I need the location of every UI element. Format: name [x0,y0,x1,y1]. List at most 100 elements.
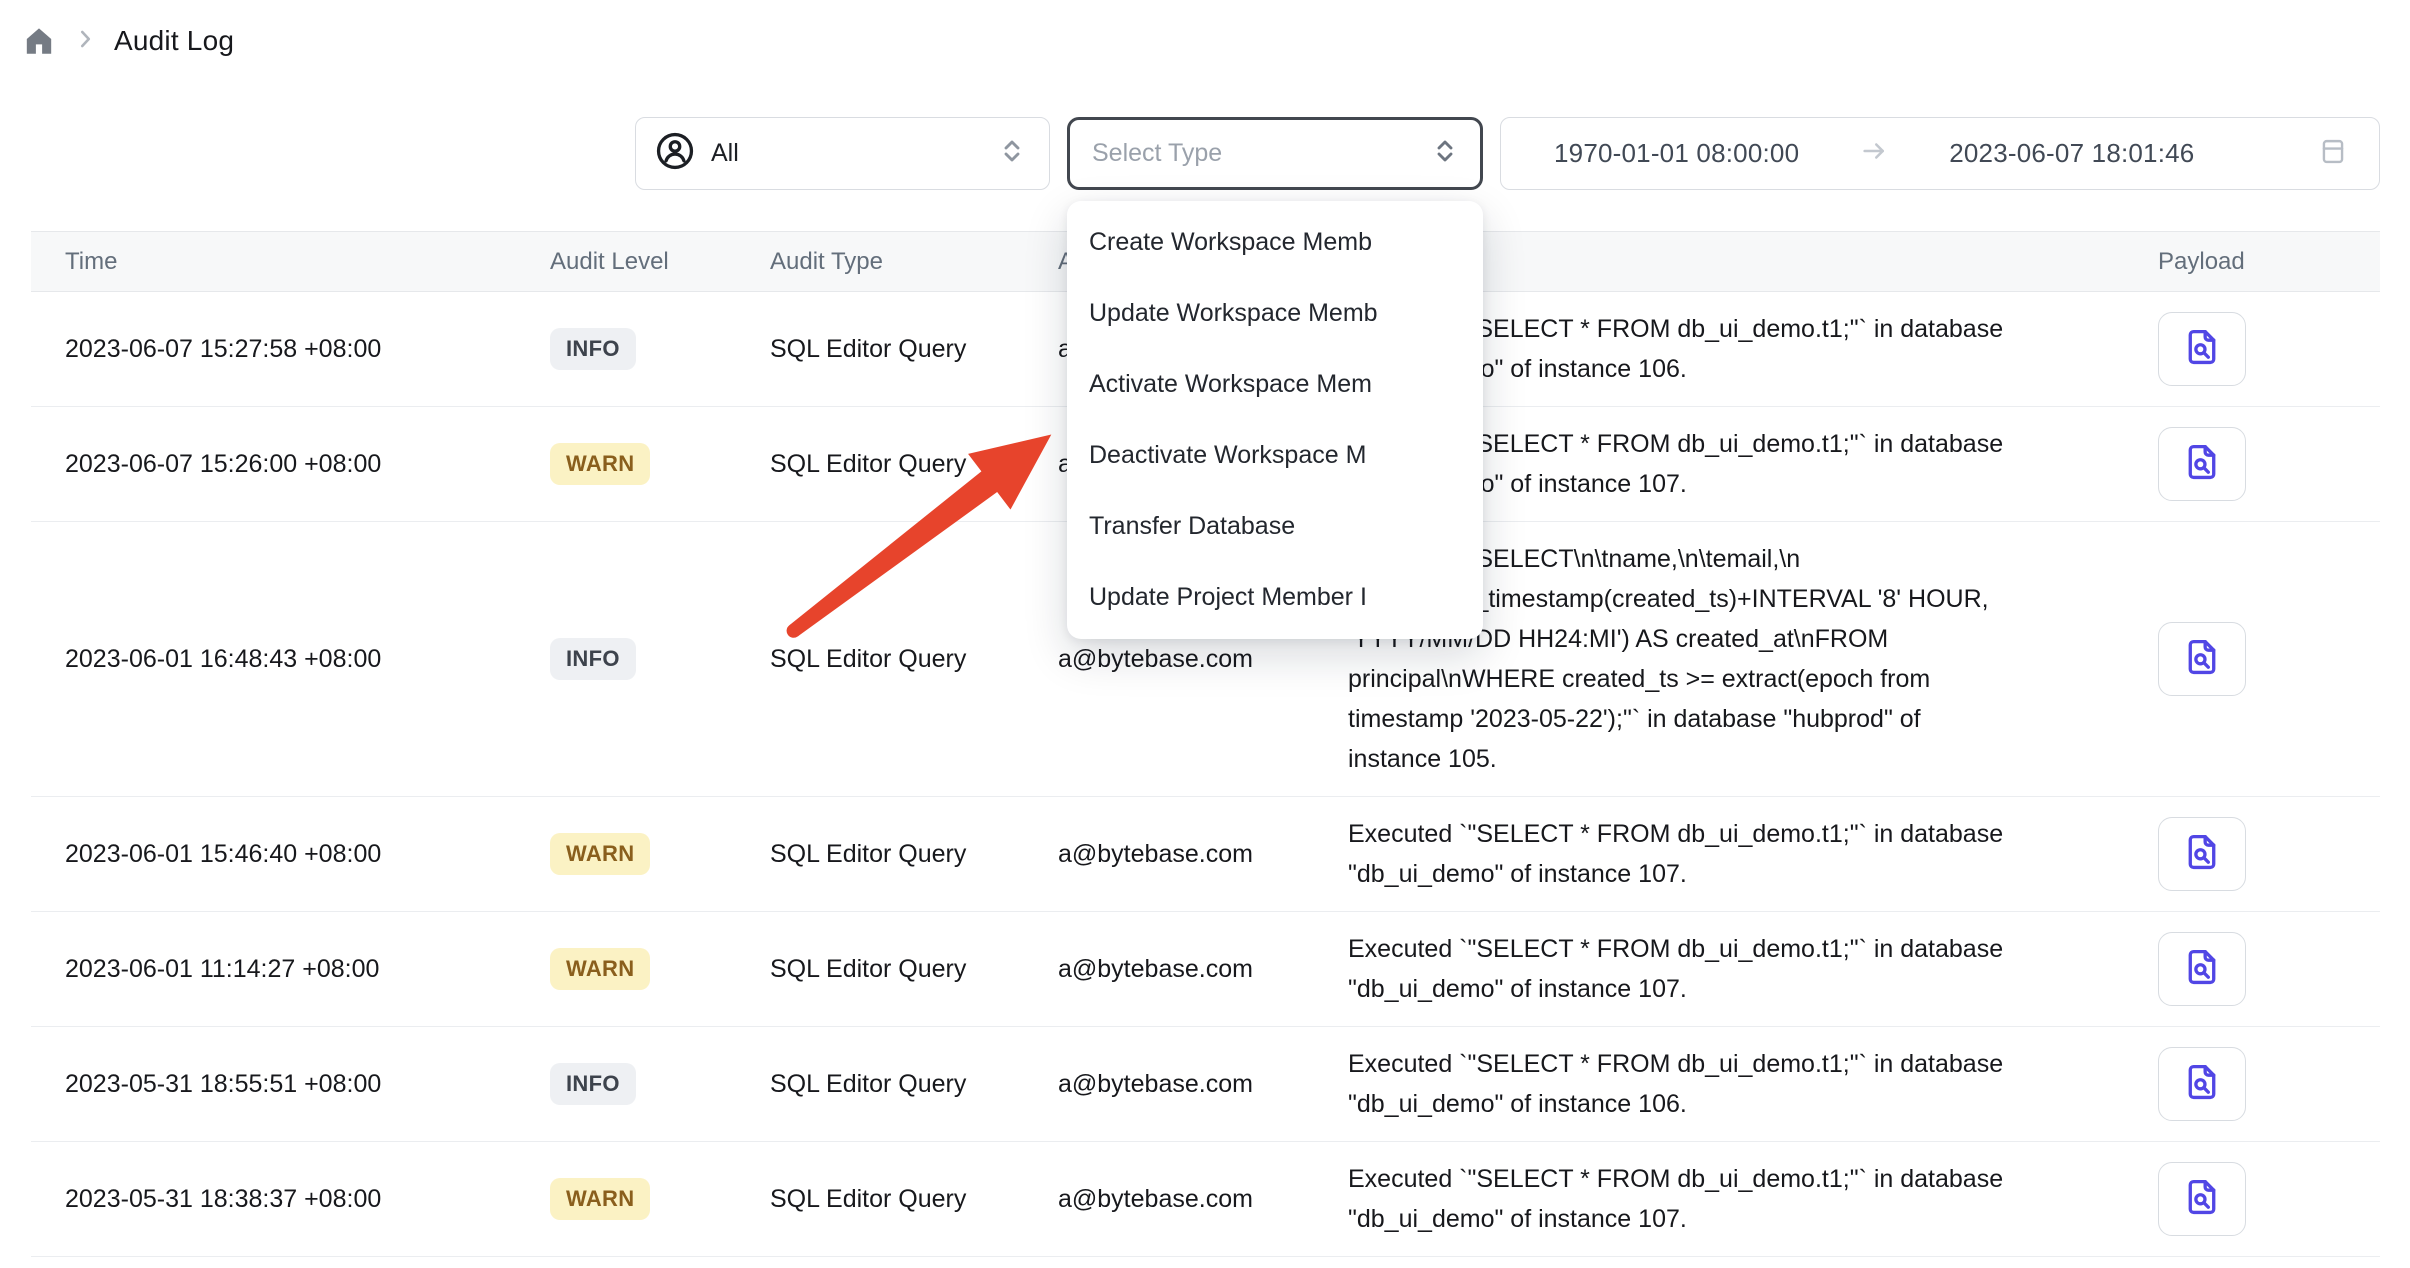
document-search-icon [2181,636,2223,683]
date-range-end: 2023-06-07 18:01:46 [1949,138,2194,169]
cell-actor: a@bytebase.com [1058,645,1348,674]
type-menu-item[interactable]: Deactivate Workspace M [1067,420,1483,491]
updown-chevron-icon [997,136,1027,171]
breadcrumb: Audit Log [22,24,234,58]
payload-button[interactable] [2158,312,2246,386]
cell-audit-type: SQL Editor Query [770,645,1058,674]
cell-time: 2023-06-07 15:27:58 +08:00 [31,335,550,364]
audit-level-badge: WARN [550,443,650,485]
comment-line: "db_ui_demo" of instance 107. [1348,854,2108,894]
comment-line: Executed `"SELECT * FROM db_ui_demo.t1;"… [1348,1159,2108,1199]
column-header-audit-level: Audit Level [550,248,770,276]
cell-audit-level: WARN [550,1178,770,1220]
document-search-icon [2181,1061,2223,1108]
table-row: 2023-05-31 18:38:37 +08:00 WARN SQL Edit… [31,1142,2380,1257]
column-header-audit-type: Audit Type [770,248,1058,276]
payload-button[interactable] [2158,932,2246,1006]
type-menu-item[interactable]: Update Workspace Memb [1067,278,1483,349]
comment-line: principal\nWHERE created_ts >= extract(e… [1348,659,2108,699]
user-circle-icon [654,130,696,177]
document-search-icon [2181,831,2223,878]
cell-audit-level: WARN [550,948,770,990]
payload-button[interactable] [2158,622,2246,696]
cell-audit-type: SQL Editor Query [770,1070,1058,1099]
partial-next-row [31,1257,2380,1268]
column-header-payload: Payload [2108,248,2380,276]
comment-line: "db_ui_demo" of instance 107. [1348,969,2108,1009]
type-menu-item[interactable]: Activate Workspace Mem [1067,349,1483,420]
cell-comment: Executed `"SELECT * FROM db_ui_demo.t1;"… [1348,1159,2108,1239]
cell-audit-level: INFO [550,1063,770,1105]
actor-filter-select[interactable]: All [635,117,1050,190]
actor-filter-value: All [711,139,739,168]
comment-line: timestamp '2023-05-22');"` in database "… [1348,699,2108,739]
payload-button[interactable] [2158,1162,2246,1236]
cell-time: 2023-05-31 18:38:37 +08:00 [31,1185,550,1214]
cell-audit-type: SQL Editor Query [770,450,1058,479]
cell-payload [2108,932,2380,1006]
type-menu-item[interactable]: Transfer Database [1067,491,1483,562]
comment-line: Executed `"SELECT * FROM db_ui_demo.t1;"… [1348,1044,2108,1084]
cell-audit-level: INFO [550,638,770,680]
comment-line: Executed `"SELECT * FROM db_ui_demo.t1;"… [1348,929,2108,969]
cell-audit-level: WARN [550,443,770,485]
payload-button[interactable] [2158,427,2246,501]
cell-audit-type: SQL Editor Query [770,335,1058,364]
comment-line: "db_ui_demo" of instance 106. [1348,1084,2108,1124]
cell-payload [2108,1162,2380,1236]
comment-line: instance 105. [1348,739,2108,779]
cell-actor: a@bytebase.com [1058,1185,1348,1214]
comment-line: "db_ui_demo" of instance 107. [1348,1199,2108,1239]
cell-payload [2108,427,2380,501]
document-search-icon [2181,441,2223,488]
cell-time: 2023-06-01 11:14:27 +08:00 [31,955,550,984]
document-search-icon [2181,946,2223,993]
cell-time: 2023-06-01 16:48:43 +08:00 [31,645,550,674]
audit-level-badge: INFO [550,328,636,370]
cell-audit-type: SQL Editor Query [770,955,1058,984]
audit-level-badge: WARN [550,948,650,990]
type-menu-item[interactable]: Update Project Member I [1067,562,1483,633]
page-title: Audit Log [114,25,234,57]
home-icon[interactable] [22,24,56,58]
cell-actor: a@bytebase.com [1058,955,1348,984]
type-filter-menu: Create Workspace Memb Update Workspace M… [1067,201,1483,639]
cell-time: 2023-06-01 15:46:40 +08:00 [31,840,550,869]
cell-audit-level: WARN [550,833,770,875]
audit-level-badge: INFO [550,1063,636,1105]
payload-button[interactable] [2158,1047,2246,1121]
payload-button[interactable] [2158,817,2246,891]
date-range-picker[interactable]: 1970-01-01 08:00:00 2023-06-07 18:01:46 [1500,117,2380,190]
table-row: 2023-06-01 11:14:27 +08:00 WARN SQL Edit… [31,912,2380,1027]
cell-comment: Executed `"SELECT * FROM db_ui_demo.t1;"… [1348,814,2108,894]
cell-payload [2108,622,2380,696]
breadcrumb-chevron-icon [72,26,98,57]
audit-level-badge: WARN [550,1178,650,1220]
cell-payload [2108,817,2380,891]
cell-time: 2023-06-07 15:26:00 +08:00 [31,450,550,479]
column-header-time: Time [31,248,550,276]
cell-payload [2108,312,2380,386]
calendar-icon [2317,135,2349,172]
type-filter-select[interactable]: Select Type [1067,117,1483,190]
cell-time: 2023-05-31 18:55:51 +08:00 [31,1070,550,1099]
cell-comment: Executed `"SELECT * FROM db_ui_demo.t1;"… [1348,929,2108,1009]
updown-chevron-icon [1430,136,1460,171]
cell-audit-type: SQL Editor Query [770,840,1058,869]
cell-actor: a@bytebase.com [1058,840,1348,869]
table-row: 2023-05-31 18:55:51 +08:00 INFO SQL Edit… [31,1027,2380,1142]
audit-level-badge: WARN [550,833,650,875]
cell-actor: a@bytebase.com [1058,1070,1348,1099]
arrow-right-icon [1859,136,1889,171]
type-filter-placeholder: Select Type [1092,139,1222,168]
document-search-icon [2181,326,2223,373]
cell-audit-level: INFO [550,328,770,370]
audit-level-badge: INFO [550,638,636,680]
cell-payload [2108,1047,2380,1121]
type-menu-item[interactable]: Create Workspace Memb [1067,207,1483,278]
cell-audit-type: SQL Editor Query [770,1185,1058,1214]
document-search-icon [2181,1176,2223,1223]
comment-line: Executed `"SELECT * FROM db_ui_demo.t1;"… [1348,814,2108,854]
audit-log-page: Audit Log All Select Type 1970-01-01 08:… [0,0,2410,1268]
table-row: 2023-06-01 15:46:40 +08:00 WARN SQL Edit… [31,797,2380,912]
